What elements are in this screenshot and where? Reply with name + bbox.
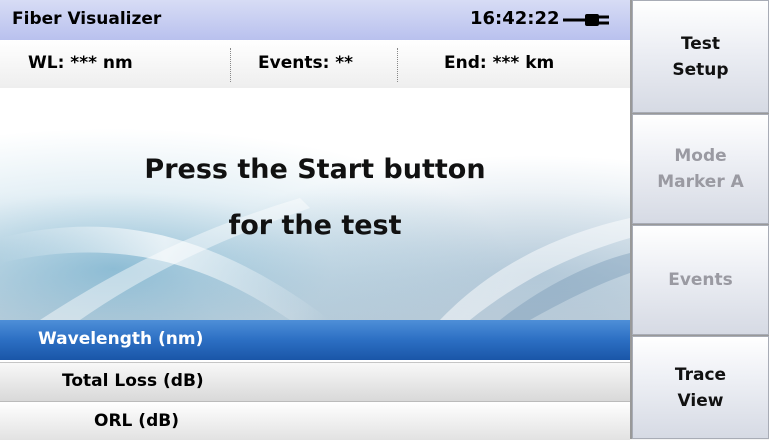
start-instruction-line1: Press the Start button: [144, 154, 486, 185]
plug-icon: [563, 14, 609, 26]
trace-view-label-line1: Trace: [674, 364, 727, 385]
test-setup-label-line1: Test: [680, 33, 721, 54]
orl-row[interactable]: ORL (dB): [0, 401, 630, 440]
mode-marker-button[interactable]: Mode Marker A: [632, 114, 769, 224]
softkey-panel: Test Setup Mode Marker A Events Trace Vi…: [630, 0, 769, 439]
end-distance-info: End: *** km: [444, 53, 555, 73]
title-bar: Fiber Visualizer 16:42:22: [0, 0, 630, 41]
trace-view-button[interactable]: Trace View: [632, 336, 769, 439]
events-label: Events: [668, 270, 733, 290]
clock: 16:42:22: [470, 8, 560, 29]
wavelength-row-label: Wavelength (nm): [38, 329, 204, 349]
total-loss-row[interactable]: Total Loss (dB): [0, 362, 630, 401]
total-loss-row-label: Total Loss (dB): [62, 371, 204, 391]
divider: [230, 48, 231, 82]
mode-marker-label-line1: Mode: [674, 146, 727, 166]
fiber-light-background: [0, 198, 630, 320]
app-title: Fiber Visualizer: [12, 9, 162, 29]
wavelength-info: WL: *** nm: [28, 53, 133, 73]
divider: [397, 48, 398, 82]
events-info: Events: **: [258, 53, 354, 73]
events-button[interactable]: Events: [632, 225, 769, 335]
trace-view-label-line2: View: [677, 390, 724, 411]
main-panel: Fiber Visualizer 16:42:22 WL: *** nm Eve…: [0, 0, 630, 440]
wavelength-row[interactable]: Wavelength (nm): [0, 320, 630, 360]
mode-marker-label-line2: Marker A: [657, 172, 744, 192]
test-setup-button[interactable]: Test Setup: [632, 0, 769, 113]
start-prompt-area: Press the Start button for the test: [0, 88, 630, 320]
test-setup-label-line2: Setup: [672, 59, 729, 80]
orl-row-label: ORL (dB): [94, 411, 179, 431]
info-bar: WL: *** nm Events: ** End: *** km: [0, 40, 630, 89]
fiber-visualizer-screen: Fiber Visualizer 16:42:22 WL: *** nm Eve…: [0, 0, 769, 440]
start-instruction-line2: for the test: [228, 210, 402, 241]
